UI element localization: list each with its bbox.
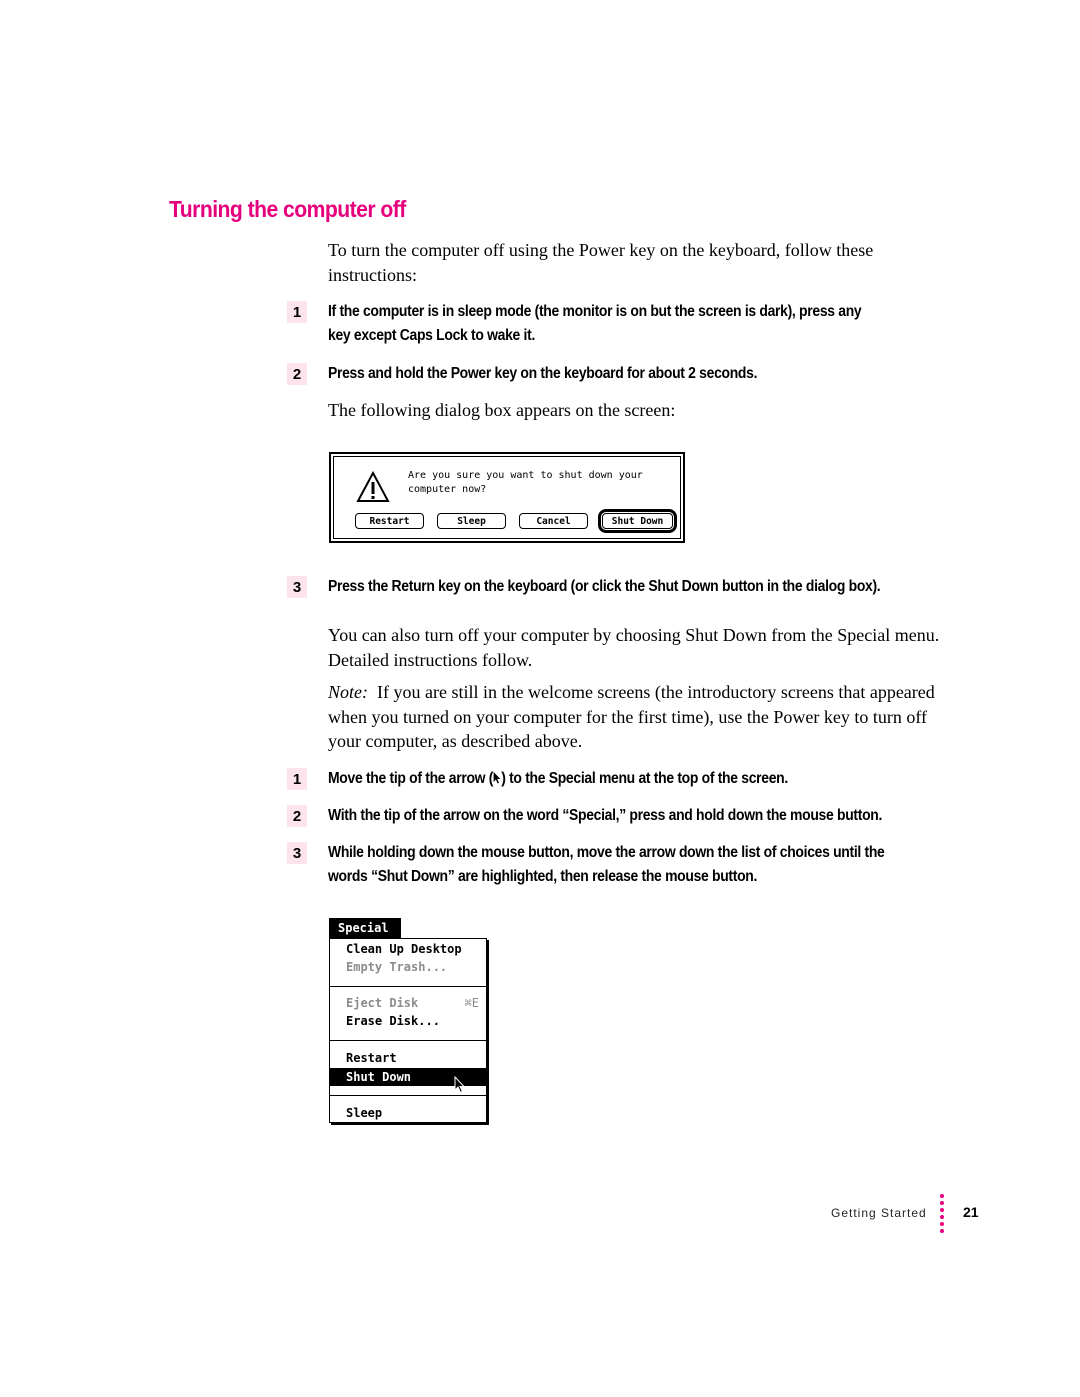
special-menu-title[interactable]: Special (329, 918, 401, 938)
footer-section-name: Getting Started (831, 1206, 927, 1220)
shut-down-button[interactable]: Shut Down (598, 509, 677, 533)
step-item: 3 Press the Return key on the keyboard (… (287, 575, 947, 599)
note-paragraph: Note: If you are still in the welcome sc… (328, 680, 948, 754)
menu-item-label: Restart (346, 1051, 397, 1065)
page-number: 21 (963, 1204, 979, 1220)
step-number-badge: 2 (287, 805, 307, 827)
special-menu: Clean Up Desktop Empty Trash... Eject Di… (329, 938, 487, 1123)
step-text-before: Move the tip of the arrow ( (328, 770, 494, 787)
menu-separator (330, 986, 486, 987)
shutdown-dialog: Are you sure you want to shut down your … (329, 452, 685, 543)
menu-separator (330, 1040, 486, 1041)
step-number-badge: 1 (287, 768, 307, 790)
menu-item-shortcut: ⌘E (464, 996, 479, 1010)
menu-item-label: Eject Disk (346, 996, 419, 1010)
menu-item-sleep[interactable]: Sleep (330, 1104, 486, 1122)
arrow-cursor-icon (454, 1076, 466, 1094)
footer-dotted-divider (940, 1194, 945, 1238)
menu-item-eject-disk[interactable]: Eject Disk ⌘E (330, 994, 486, 1012)
step-text: With the tip of the arrow on the word “S… (328, 807, 883, 824)
step-item: 2 With the tip of the arrow on the word … (287, 804, 947, 828)
step-text: Move the tip of the arrow ( ) to the Spec… (328, 767, 885, 791)
menu-item-label: Erase Disk... (346, 1014, 440, 1028)
step-text: If the computer is in sleep mode (the mo… (328, 303, 862, 344)
menu-item-clean-up-desktop[interactable]: Clean Up Desktop (330, 940, 486, 958)
menu-item-restart[interactable]: Restart (330, 1049, 486, 1067)
step-text-after: ) to the Special menu at the top of the … (501, 770, 788, 787)
menu-item-label: Shut Down (346, 1070, 412, 1084)
menu-item-label: Sleep (346, 1106, 383, 1120)
note-text: If you are still in the welcome screens … (328, 682, 935, 751)
menu-separator (330, 1095, 486, 1096)
menu-item-label: Empty Trash... (346, 960, 448, 974)
note-label: Note: (328, 682, 368, 702)
step-number-badge: 3 (287, 842, 307, 864)
menu-item-label: Clean Up Desktop (346, 942, 462, 956)
step-text: Press the Return key on the keyboard (or… (328, 578, 881, 595)
intro-paragraph: To turn the computer off using the Power… (328, 240, 874, 285)
step-text: While holding down the mouse button, mov… (328, 844, 885, 885)
step-number-badge: 3 (287, 576, 307, 598)
step-item: 1 Move the tip of the arrow ( ) to the Sp… (287, 767, 947, 791)
section-heading: Turning the computer off (169, 196, 406, 222)
dialog-inner-frame: Are you sure you want to shut down your … (333, 456, 681, 539)
cancel-button[interactable]: Cancel (519, 513, 588, 529)
step-item: 3 While holding down the mouse button, m… (287, 841, 947, 889)
dialog-message: Are you sure you want to shut down your … (408, 470, 643, 495)
step-item: 2 Press and hold the Power key on the ke… (287, 362, 947, 386)
step-text: Press and hold the Power key on the keyb… (328, 365, 758, 382)
step-item: 1 If the computer is in sleep mode (the … (287, 300, 947, 348)
menu-item-empty-trash[interactable]: Empty Trash... (330, 958, 486, 976)
step-number-badge: 1 (287, 301, 307, 323)
sleep-button[interactable]: Sleep (437, 513, 506, 529)
step-number-badge: 2 (287, 363, 307, 385)
alt-paragraph: You can also turn off your computer by c… (328, 625, 940, 670)
menu-item-erase-disk[interactable]: Erase Disk... (330, 1012, 486, 1030)
caution-icon (356, 471, 390, 502)
restart-button[interactable]: Restart (355, 513, 424, 529)
dialog-intro-paragraph: The following dialog box appears on the … (328, 400, 676, 420)
